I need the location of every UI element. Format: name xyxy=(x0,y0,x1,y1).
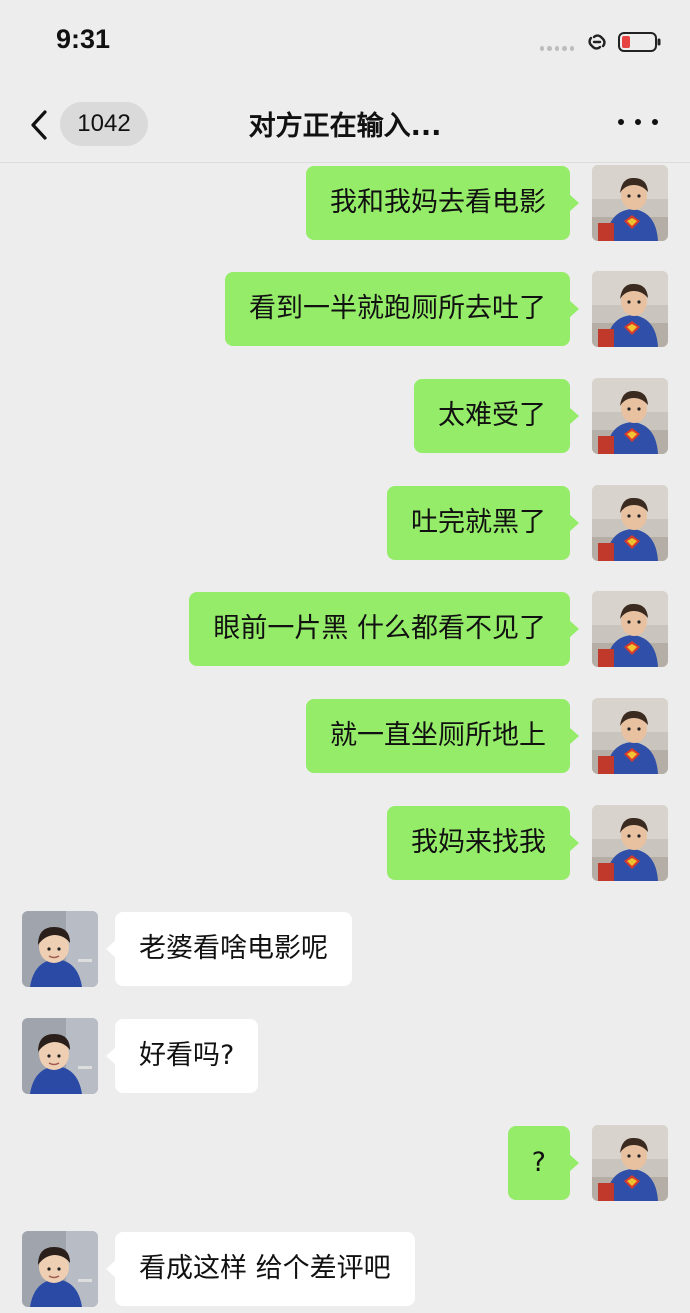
message-row: 太难受了 xyxy=(0,378,690,456)
chevron-left-icon xyxy=(28,109,50,141)
my-avatar[interactable] xyxy=(592,805,668,881)
outgoing-message-bubble[interactable]: 我妈来找我 xyxy=(387,806,579,880)
incoming-message-bubble[interactable]: 看成这样 给个差评吧 xyxy=(106,1232,415,1306)
message-row: ? xyxy=(0,1125,690,1203)
my-avatar[interactable] xyxy=(592,485,668,561)
my-avatar[interactable] xyxy=(592,698,668,774)
message-row: 好看吗? xyxy=(0,1018,690,1096)
chat-header: 1042 对方正在输入... xyxy=(0,90,690,163)
message-row: 看成这样 给个差评吧 xyxy=(0,1231,690,1309)
more-dots-icon[interactable] xyxy=(618,112,658,132)
message-list: 我和我妈去看电影 看到一半就跑厕所去吐了 太难受了 吐完就黑了 眼前一片黑 什么… xyxy=(0,163,690,1313)
message-row: 老婆看啥电影呢 xyxy=(0,911,690,989)
my-avatar[interactable] xyxy=(592,1125,668,1201)
outgoing-message-bubble[interactable]: 太难受了 xyxy=(414,379,579,453)
incoming-message-bubble[interactable]: 好看吗? xyxy=(105,1019,259,1093)
outgoing-message-bubble[interactable]: 吐完就黑了 xyxy=(387,486,579,560)
battery-low-icon xyxy=(618,31,662,53)
message-row: 眼前一片黑 什么都看不见了 xyxy=(0,591,690,669)
outgoing-message-bubble[interactable]: ? xyxy=(507,1126,580,1200)
message-row: 我妈来找我 xyxy=(0,805,690,883)
incoming-message-bubble[interactable]: 老婆看啥电影呢 xyxy=(106,912,352,986)
back-button[interactable]: 1042 xyxy=(22,100,154,150)
my-avatar[interactable] xyxy=(592,271,668,347)
contact-avatar[interactable] xyxy=(22,1018,98,1094)
my-avatar[interactable] xyxy=(592,378,668,454)
link-icon xyxy=(584,31,610,53)
outgoing-message-bubble[interactable]: 就一直坐厕所地上 xyxy=(306,699,579,773)
status-bar: 9:31 xyxy=(0,0,690,90)
outgoing-message-bubble[interactable]: 眼前一片黑 什么都看不见了 xyxy=(189,592,579,666)
message-row: 吐完就黑了 xyxy=(0,485,690,563)
signal-dots-icon xyxy=(540,46,575,52)
outgoing-message-bubble[interactable]: 我和我妈去看电影 xyxy=(306,166,579,240)
my-avatar[interactable] xyxy=(592,165,668,241)
chat-title: 对方正在输入... xyxy=(248,111,442,142)
message-row: 我和我妈去看电影 xyxy=(0,165,690,243)
my-avatar[interactable] xyxy=(592,591,668,667)
unread-count-badge: 1042 xyxy=(60,102,148,146)
outgoing-message-bubble[interactable]: 看到一半就跑厕所去吐了 xyxy=(225,272,579,346)
message-row: 就一直坐厕所地上 xyxy=(0,698,690,776)
message-row: 看到一半就跑厕所去吐了 xyxy=(0,271,690,349)
status-time: 9:31 xyxy=(56,24,111,54)
contact-avatar[interactable] xyxy=(22,911,98,987)
contact-avatar[interactable] xyxy=(22,1231,98,1307)
